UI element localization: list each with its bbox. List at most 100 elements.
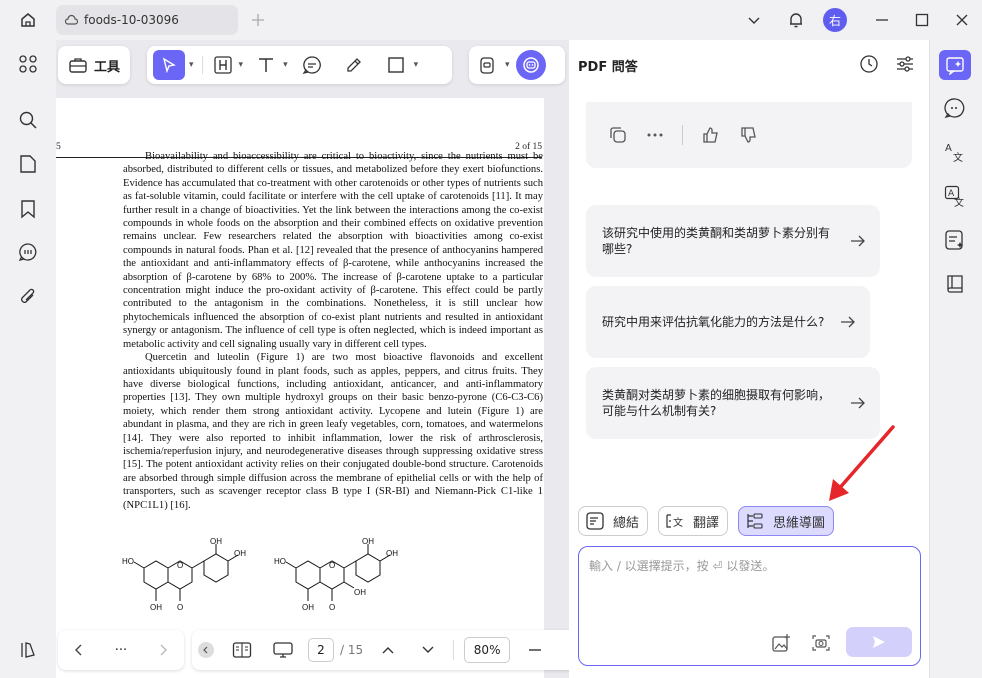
tools-button[interactable]: 工具 (58, 46, 130, 84)
luteolin-structure-image: HO OH O O OH OH OH (274, 538, 398, 612)
suggested-question-text: 该研究中使用的类黄酮和类胡萝卜素分别有哪些? (602, 226, 831, 256)
translate-panel-icon[interactable]: A文 (943, 140, 967, 164)
previous-page-icon[interactable] (73, 643, 85, 657)
page-thumbnail-icon[interactable] (16, 152, 40, 176)
panel-title: PDF 問答 (578, 60, 638, 75)
zoom-out-icon[interactable] (528, 648, 542, 652)
document-tab[interactable]: foods-10-03096 (56, 5, 238, 35)
send-button[interactable] (846, 627, 912, 657)
ai-assistant-icon[interactable] (515, 50, 546, 80)
svg-text:A: A (945, 143, 952, 154)
reading-mode-icon[interactable] (232, 641, 252, 659)
tab-title: foods-10-03096 (84, 13, 179, 27)
page-header-left: 5 (56, 142, 61, 152)
highlight-tool-icon[interactable] (211, 55, 235, 75)
translate-button[interactable]: 文 翻譯 (658, 506, 729, 536)
screenshot-icon[interactable] (811, 633, 831, 653)
pdf-page: 5 2 of 15 Bioavailability and bioaccessi… (56, 98, 544, 678)
presentation-icon[interactable] (272, 641, 294, 659)
settings-sliders-icon[interactable] (895, 54, 915, 74)
pen-tool-icon[interactable] (340, 55, 368, 75)
comment-icon[interactable] (16, 240, 40, 264)
thumbs-up-icon[interactable] (701, 125, 721, 145)
text-dropdown-icon[interactable]: ▾ (283, 60, 288, 70)
tools-label: 工具 (94, 59, 121, 75)
page-down-icon[interactable] (421, 645, 435, 655)
chat-input[interactable]: 輸入 / 以選擇提示，按 ⏎ 以發送。 (578, 546, 921, 666)
more-options-icon[interactable] (646, 133, 664, 137)
suggested-question[interactable]: 研究中用来评估抗氧化能力的方法是什么? (586, 286, 870, 358)
quercetin-structure-image: HO OH O O OH OH (122, 538, 246, 612)
body-text: Bioavailability and bioaccessibility are… (123, 150, 543, 512)
apps-grid-icon[interactable] (16, 52, 40, 76)
next-page-icon[interactable] (157, 643, 169, 657)
shape-tool-icon[interactable] (382, 56, 410, 74)
svg-text:O: O (177, 603, 183, 612)
document-area: 工具 ▾ ▾ ▾ ▾ ▾ 5 2 of 15 Bioavailability a… (56, 40, 610, 678)
suggested-question[interactable]: 该研究中使用的类黄酮和类胡萝卜素分别有哪些? (586, 205, 880, 277)
arrow-right-icon (850, 235, 866, 247)
zoom-level-input[interactable]: 80% (464, 637, 511, 663)
mind-map-button[interactable]: 思維導圖 (738, 506, 835, 536)
highlight-dropdown-icon[interactable]: ▾ (239, 60, 244, 70)
collapse-arrow-icon[interactable] (198, 642, 214, 658)
attachment-icon[interactable] (16, 285, 40, 309)
summarize-button[interactable]: 總結 (578, 506, 649, 536)
svg-text:OH: OH (234, 549, 246, 558)
translate-icon: 文 (665, 511, 685, 531)
svg-text:O: O (329, 561, 335, 570)
stamp-tool-icon[interactable] (475, 55, 499, 75)
text-tool-icon[interactable] (253, 55, 279, 75)
ai-chat-icon[interactable] (939, 50, 971, 80)
send-icon (871, 634, 887, 650)
ai-summary-icon[interactable] (943, 228, 967, 252)
right-sidebar: A文 A文 (929, 40, 982, 678)
book-icon[interactable] (943, 272, 967, 296)
paragraph: Quercetin and luteolin (Figure 1) are tw… (123, 352, 543, 511)
cloud-icon (64, 14, 78, 26)
bookmark-icon[interactable] (16, 197, 40, 221)
svg-text:文: 文 (673, 516, 683, 529)
minimize-icon[interactable] (874, 12, 890, 28)
divider (201, 56, 203, 74)
close-icon[interactable] (954, 12, 970, 28)
history-icon[interactable] (859, 54, 879, 74)
layers-icon[interactable] (16, 638, 40, 662)
ocr-translate-icon[interactable]: A文 (943, 184, 967, 208)
note-tool-icon[interactable] (298, 55, 326, 75)
title-bar: foods-10-03096 右 (0, 0, 982, 40)
paragraph: Bioavailability and bioaccessibility are… (123, 151, 543, 350)
page-up-icon[interactable] (381, 645, 395, 655)
thumbs-down-icon[interactable] (739, 125, 759, 145)
svg-text:OH: OH (150, 603, 162, 612)
select-dropdown-icon[interactable]: ▾ (189, 60, 194, 70)
suggested-question-text: 类黄酮对类胡萝卜素的细胞摄取有何影响，可能与什么机制有关? (602, 388, 831, 418)
select-tool-button[interactable] (153, 50, 185, 80)
maximize-icon[interactable] (914, 12, 930, 28)
left-sidebar (0, 40, 56, 678)
suggested-question-text: 研究中用来评估抗氧化能力的方法是什么? (602, 315, 825, 329)
new-tab-icon[interactable] (250, 12, 266, 28)
more-button[interactable]: ··· (115, 643, 127, 658)
pdf-qa-panel: PDF 問答 该研究中使用的类黄酮和类胡萝卜素分别有哪些? 研究中用来评估抗氧化… (569, 40, 929, 678)
search-icon[interactable] (16, 108, 40, 132)
bell-icon[interactable] (786, 10, 806, 30)
home-icon[interactable] (18, 10, 38, 30)
stamp-dropdown-icon[interactable]: ▾ (505, 60, 510, 70)
svg-text:文: 文 (954, 196, 964, 207)
avatar[interactable]: 右 (823, 8, 847, 32)
page-number-input[interactable]: 2 (308, 638, 334, 662)
copy-icon[interactable] (608, 125, 628, 145)
image-upload-icon[interactable] (771, 633, 791, 653)
total-pages: / 15 (340, 643, 364, 657)
page-nav-group: ··· (58, 630, 184, 670)
mind-map-icon (745, 511, 765, 531)
svg-text:文: 文 (953, 151, 963, 163)
translate-label: 翻譯 (693, 515, 720, 531)
shape-dropdown-icon[interactable]: ▾ (414, 60, 419, 70)
ai-assistant-chat-icon[interactable] (943, 96, 967, 120)
chevron-down-icon[interactable] (746, 12, 762, 28)
answer-actions (586, 102, 912, 168)
red-pointer-arrow (829, 425, 895, 501)
mind-map-label: 思維導圖 (773, 515, 826, 531)
